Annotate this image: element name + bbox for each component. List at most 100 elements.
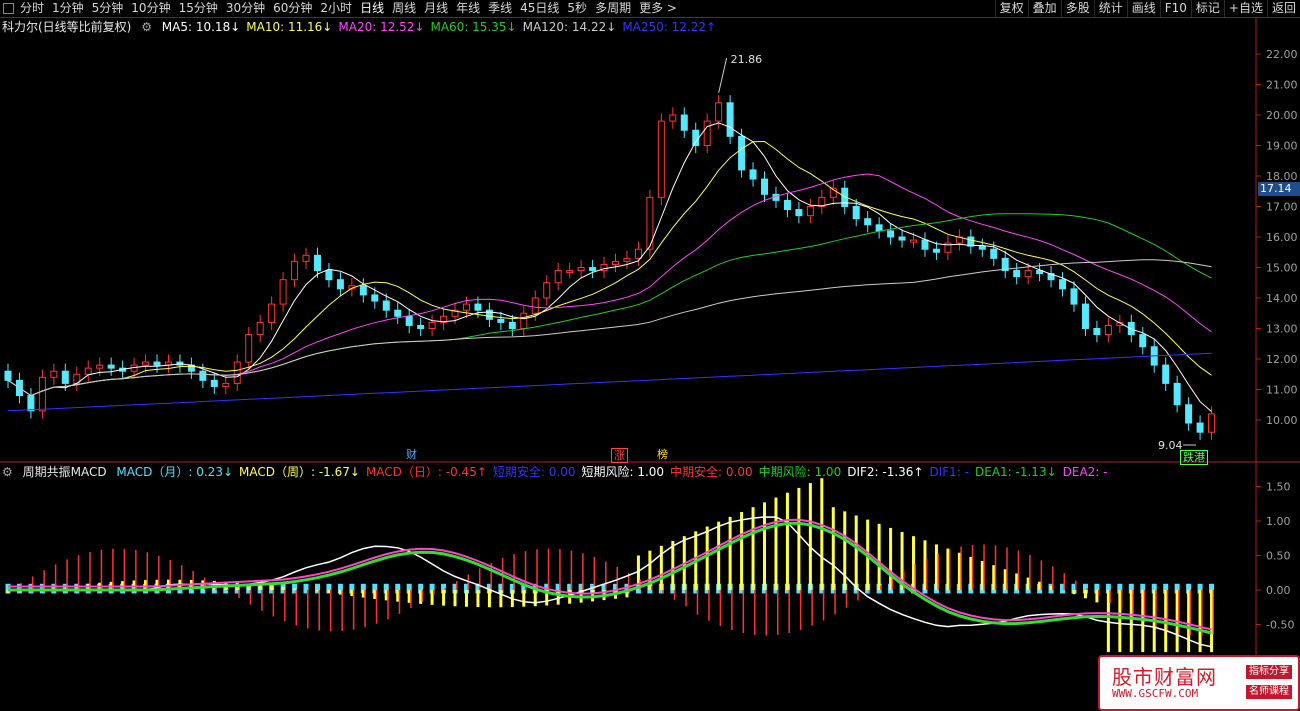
macd-day-bar — [238, 590, 240, 598]
price-tick-label: 21.00 — [1266, 79, 1298, 92]
macd-day-bar — [731, 590, 733, 631]
candle-body — [749, 169, 757, 180]
candle-body — [703, 120, 711, 146]
candle-body — [783, 199, 791, 211]
marker-cai: 财 — [406, 448, 417, 461]
candle-body — [1196, 422, 1204, 433]
low-label: 9.04 — [1158, 439, 1183, 452]
watermark-tag: 名师课程 — [1246, 685, 1292, 699]
macd-tick-label: 0.00 — [1266, 584, 1291, 597]
candle-body — [680, 114, 688, 131]
candle-body — [1139, 334, 1147, 348]
macd-day-bar — [799, 590, 802, 630]
macd-week-bar — [854, 515, 858, 590]
macd-week-bar — [740, 512, 744, 590]
macd-week-bar — [453, 590, 457, 607]
candle-body — [1185, 404, 1193, 424]
macd-week-bar — [499, 590, 503, 608]
macd-day-bar — [261, 590, 263, 611]
price-tick-label: 22.00 — [1266, 48, 1298, 61]
macd-day-bar — [1132, 590, 1134, 617]
macd-day-bar — [811, 590, 813, 626]
candle-body — [382, 300, 390, 311]
macd-week-bar — [763, 502, 767, 590]
macd-week-bar — [659, 545, 663, 590]
macd-day-bar — [456, 581, 458, 590]
macd-week-bar — [751, 507, 755, 590]
candle-body — [313, 254, 321, 272]
macd-day-bar — [1212, 590, 1215, 635]
macd-day-bar — [284, 590, 286, 622]
macd-day-bar — [616, 566, 618, 590]
macd-day-bar — [1178, 590, 1180, 634]
macd-day-bar — [410, 590, 412, 609]
candle-body — [279, 279, 287, 305]
candle-body — [336, 279, 344, 290]
macd-day-bar — [341, 590, 343, 632]
candle-body — [61, 370, 69, 384]
watermark: 股市财富网 WWW.GSCFW.COM 指标分享 名师课程 — [1098, 655, 1300, 711]
watermark-tag: 指标分享 — [1246, 665, 1292, 679]
macd-day-bar — [570, 550, 573, 590]
candle-body — [531, 297, 539, 314]
macd-day-bar — [123, 548, 126, 590]
macd-day-bar — [605, 561, 607, 590]
macd-day-bar — [66, 559, 68, 590]
candle-body — [1208, 413, 1216, 433]
macd-day-bar — [891, 577, 894, 590]
candle-body — [27, 395, 35, 412]
macd-day-bar — [1086, 588, 1088, 590]
macd-day-bar — [307, 590, 309, 629]
candle-body — [990, 248, 998, 259]
candle-body — [898, 236, 906, 241]
macd-day-bar — [960, 546, 962, 590]
macd-day-bar — [112, 548, 114, 590]
candle-body — [932, 248, 940, 253]
price-tick-label: 17.00 — [1266, 201, 1298, 214]
candle-body — [222, 382, 230, 387]
candle-body — [84, 367, 92, 375]
dif2-line — [8, 516, 1212, 648]
candle-body — [543, 282, 551, 299]
macd-day-bar — [272, 590, 275, 617]
price-chart[interactable]: 22.0021.0020.0019.0018.0017.0016.0015.00… — [0, 0, 1300, 711]
macd-day-bar — [1143, 590, 1146, 623]
macd-day-bar — [146, 552, 149, 590]
macd-day-bar — [776, 590, 779, 635]
candle-body — [38, 376, 46, 412]
ma250-line — [7, 352, 1212, 412]
macd-week-bar — [671, 541, 675, 590]
candle-body — [623, 257, 631, 262]
macd-day-bar — [1017, 550, 1020, 590]
price-tick-label: 15.00 — [1266, 262, 1298, 275]
candle-body — [199, 370, 207, 381]
macd-day-bar — [1074, 580, 1077, 590]
candle-body — [394, 309, 402, 317]
ma120-line — [7, 259, 1212, 397]
macd-day-bar — [983, 544, 985, 590]
candle-body — [726, 102, 734, 137]
macd-day-bar — [180, 565, 183, 590]
macd-day-bar — [375, 590, 378, 624]
price-tick-label: 13.00 — [1266, 323, 1298, 336]
macd-week-bar — [808, 483, 812, 590]
macd-day-bar — [868, 590, 871, 594]
macd-day-bar — [478, 568, 481, 590]
macd-tick-label: 1.50 — [1266, 481, 1291, 494]
macd-day-bar — [696, 590, 699, 615]
macd-day-bar — [742, 590, 745, 634]
candle-body — [864, 218, 872, 226]
candle-body — [210, 379, 218, 387]
macd-day-bar — [994, 545, 997, 590]
watermark-url: WWW.GSCFW.COM — [1112, 687, 1199, 700]
candle-body — [1059, 279, 1067, 290]
macd-day-bar — [719, 590, 722, 626]
macd-day-bar — [398, 590, 401, 614]
macd-day-bar — [1040, 560, 1043, 590]
macd-day-bar — [948, 549, 951, 590]
candle-body — [245, 334, 253, 363]
macd-day-bar — [1063, 573, 1066, 590]
macd-day-bar — [662, 590, 664, 594]
ma20-line — [7, 173, 1212, 397]
macd-week-bar — [476, 590, 480, 608]
